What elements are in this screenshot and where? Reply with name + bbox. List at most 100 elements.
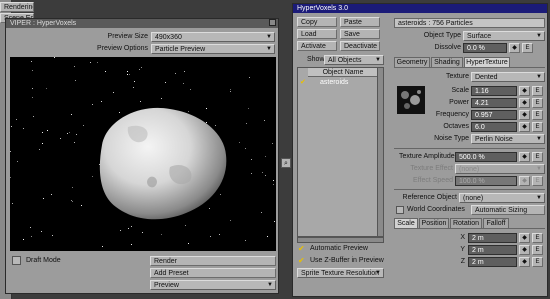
dissolve-label: Dissolve	[434, 44, 461, 51]
list-item-name: asteroids	[320, 79, 349, 86]
copy-button[interactable]: Copy	[297, 17, 337, 27]
object-type-value: Surface	[467, 33, 492, 40]
automatic-sizing-button[interactable]: Automatic Sizing	[471, 205, 545, 215]
draft-mode-label: Draft Mode	[26, 257, 61, 264]
scale-stepper-icon[interactable]: ◆	[519, 86, 530, 96]
chevron-down-icon: ▼	[266, 34, 272, 40]
tab-rotation[interactable]: Rotation	[450, 218, 482, 228]
tab-hypertexture[interactable]: HyperTexture	[464, 57, 510, 67]
texture-select[interactable]: Dented ▼	[471, 72, 545, 82]
close-icon[interactable]	[269, 19, 276, 26]
texture-thumbnail	[397, 86, 425, 114]
list-hscrollbar[interactable]	[297, 237, 384, 243]
world-coordinates-label: World Coordinates	[407, 206, 465, 213]
list-item[interactable]: ✔ asteroids	[298, 78, 378, 87]
paste-button[interactable]: Paste	[340, 17, 380, 27]
preview-size-select[interactable]: 490x360 ▼	[151, 32, 275, 42]
tab-falloff[interactable]: Falloff	[483, 218, 509, 228]
world-coordinates-checkbox[interactable]	[396, 206, 404, 214]
automatic-preview-check-icon[interactable]: ✔	[298, 245, 306, 253]
y-field[interactable]: 2 m	[468, 245, 517, 255]
dissolve-stepper-icon[interactable]: ◆	[509, 43, 520, 53]
check-icon: ✔	[300, 79, 306, 86]
texture-amplitude-stepper-icon[interactable]: ◆	[519, 152, 530, 162]
column-header-object-name[interactable]: Object Name	[308, 68, 378, 77]
octaves-label: Octaves	[443, 123, 469, 130]
scale-envelope-button[interactable]: E	[532, 86, 543, 96]
chevron-down-icon: ▼	[536, 74, 542, 80]
hypervoxels-title-bar[interactable]: HyperVoxels 3.0	[293, 4, 547, 13]
z-field[interactable]: 2 m	[468, 257, 517, 267]
y-stepper-icon[interactable]: ◆	[519, 245, 530, 255]
frequency-field[interactable]: 0.957	[471, 110, 517, 120]
dissolve-envelope-button[interactable]: E	[522, 43, 533, 53]
x-label: X	[460, 234, 465, 241]
object-list[interactable]: Object Name ✔ asteroids	[297, 67, 384, 237]
preview-menu-label: Preview	[154, 282, 179, 289]
z-stepper-icon[interactable]: ◆	[519, 257, 530, 267]
texture-effect-select[interactable]: (none) ▼	[455, 164, 545, 174]
preview-menu-select[interactable]: Preview ▼	[150, 280, 276, 290]
texture-effect-label: Texture Effect	[410, 165, 453, 172]
octaves-stepper-icon[interactable]: ◆	[519, 122, 530, 132]
effect-speed-envelope-button[interactable]: E	[532, 176, 543, 186]
tab-scale[interactable]: Scale	[394, 218, 418, 228]
asteroid-shape	[99, 107, 227, 220]
use-zbuffer-check-icon[interactable]: ✔	[298, 257, 306, 265]
render-button[interactable]: Render	[150, 256, 276, 266]
frequency-envelope-button[interactable]: E	[532, 110, 543, 120]
preview-options-select[interactable]: Particle Preview ▼	[151, 44, 275, 54]
viper-title-bar[interactable]: VIPER : HyperVoxels	[6, 19, 278, 28]
add-preset-button[interactable]: Add Preset	[150, 268, 276, 278]
tab-geometry[interactable]: Geometry	[394, 57, 430, 67]
x-field[interactable]: 2 m	[468, 233, 517, 243]
chevron-down-icon: ▼	[536, 136, 542, 142]
z-label: Z	[460, 258, 465, 265]
z-envelope-button[interactable]: E	[532, 257, 543, 267]
effect-speed-field[interactable]: 100.0 %	[455, 176, 517, 186]
chevron-down-icon: ▼	[266, 46, 272, 52]
activate-button[interactable]: Activate	[297, 41, 337, 51]
sprite-texture-resolution-select[interactable]: Sprite Texture Resolution ▼	[297, 268, 384, 278]
frequency-stepper-icon[interactable]: ◆	[519, 110, 530, 120]
load-button[interactable]: Load	[297, 29, 337, 39]
preview-render-area[interactable]	[10, 57, 276, 251]
use-zbuffer-label: Use Z-Buffer in Preview	[310, 257, 384, 264]
show-select[interactable]: All Objects ▼	[324, 55, 384, 65]
object-info: asteroids : 756 Particles	[394, 18, 545, 28]
object-type-select[interactable]: Surface ▼	[463, 31, 545, 41]
texture-value: Dented	[475, 74, 498, 81]
deactivate-button[interactable]: Deactivate	[340, 41, 380, 51]
dissolve-field[interactable]: 0.0 %	[463, 43, 507, 53]
scale-field[interactable]: 1.16	[471, 86, 517, 96]
reference-object-value: (none)	[463, 195, 484, 202]
power-envelope-button[interactable]: E	[532, 98, 543, 108]
x-envelope-button[interactable]: E	[532, 233, 543, 243]
magnifier-icon[interactable]: ⌕	[281, 158, 291, 168]
reference-object-select[interactable]: (none) ▼	[459, 193, 545, 203]
effect-speed-stepper-icon[interactable]: ◆	[519, 176, 530, 186]
texture-amplitude-field[interactable]: 500.0 %	[455, 152, 517, 162]
power-label: Power	[449, 99, 469, 106]
list-scrollbar[interactable]	[377, 68, 383, 236]
tab-shading[interactable]: Shading	[431, 57, 463, 67]
divider	[394, 148, 545, 149]
chevron-down-icon: ▼	[375, 57, 381, 63]
texture-label: Texture	[446, 73, 469, 80]
octaves-field[interactable]: 6.0	[471, 122, 517, 132]
y-envelope-button[interactable]: E	[532, 245, 543, 255]
hypervoxels-window: HyperVoxels 3.0 Copy Paste Load Save Act…	[292, 3, 548, 297]
octaves-envelope-button[interactable]: E	[532, 122, 543, 132]
x-stepper-icon[interactable]: ◆	[519, 233, 530, 243]
texture-amplitude-envelope-button[interactable]: E	[532, 152, 543, 162]
viper-title: VIPER : HyperVoxels	[10, 20, 77, 27]
tab-position[interactable]: Position	[419, 218, 449, 228]
power-field[interactable]: 4.21	[471, 98, 517, 108]
save-button[interactable]: Save	[340, 29, 380, 39]
power-stepper-icon[interactable]: ◆	[519, 98, 530, 108]
draft-mode-checkbox[interactable]	[12, 256, 21, 265]
noise-type-select[interactable]: Perlin Noise ▼	[471, 134, 545, 144]
menu-rendering[interactable]: Rendering	[0, 2, 34, 12]
effect-speed-label: Effect Speed	[413, 177, 453, 184]
show-value: All Objects	[328, 57, 362, 64]
